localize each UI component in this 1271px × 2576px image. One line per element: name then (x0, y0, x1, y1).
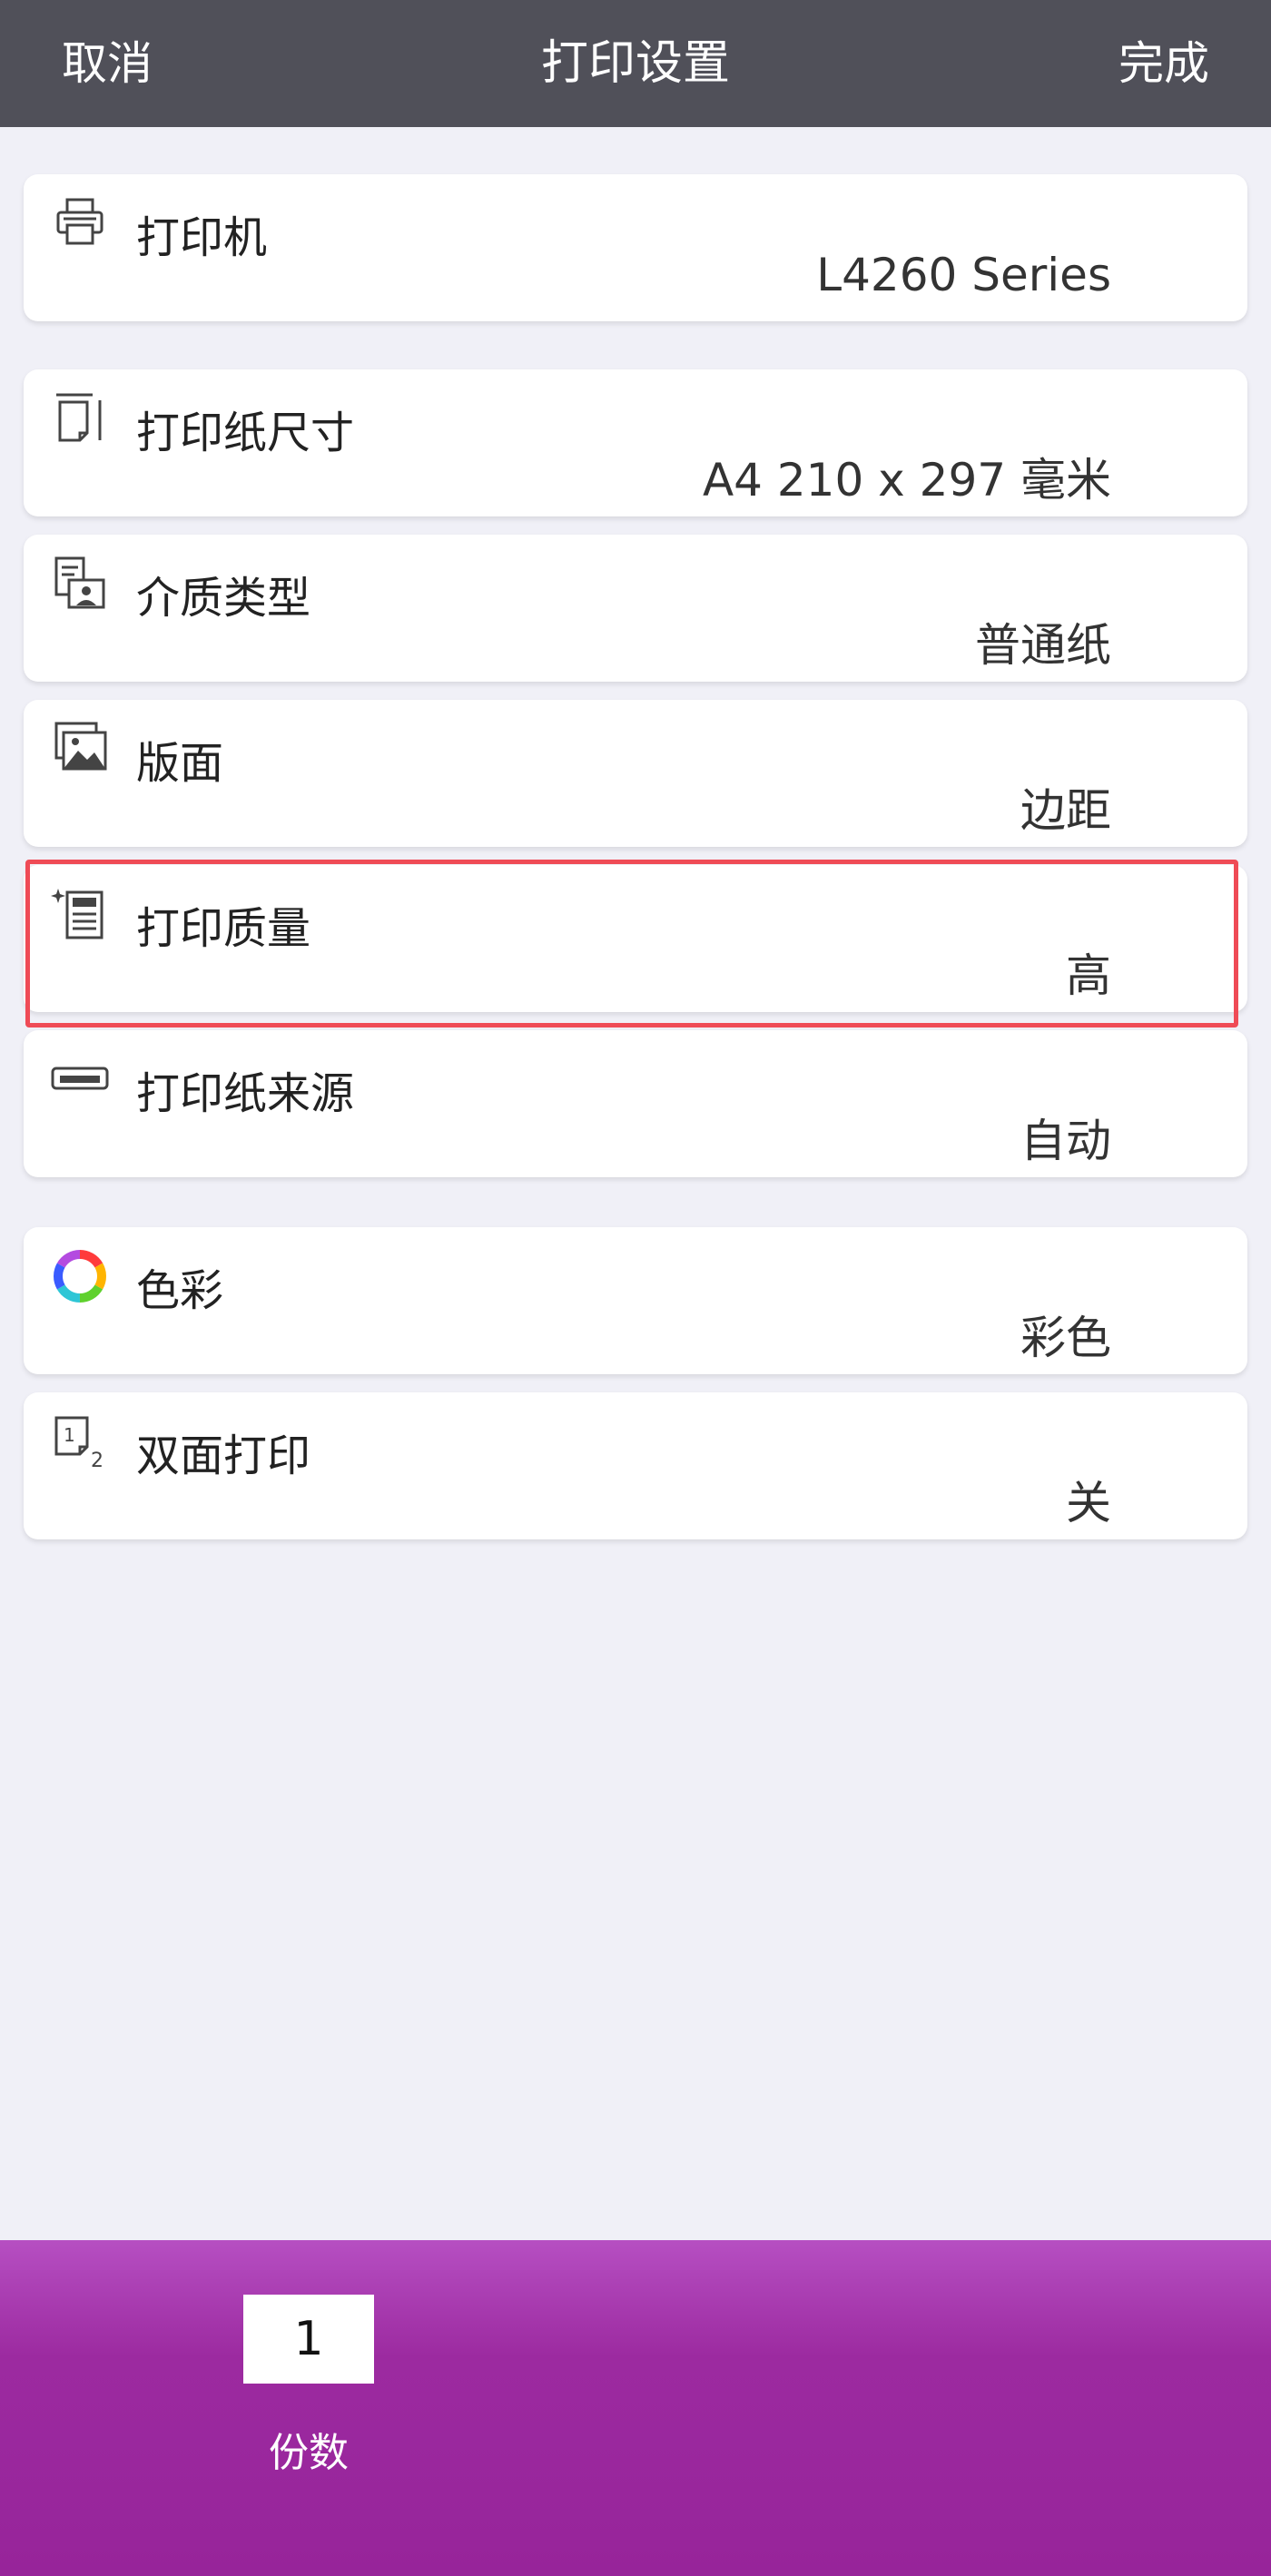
setting-label: 打印纸来源 (136, 1068, 355, 1119)
page-title: 打印设置 (540, 36, 730, 91)
setting-media-type[interactable]: 介质类型 普通纸 (24, 535, 1247, 682)
printer-icon (56, 198, 103, 245)
setting-label: 双面打印 (136, 1431, 311, 1481)
svg-text:1: 1 (64, 1424, 75, 1446)
paper-size-icon (56, 393, 102, 442)
setting-paper-size[interactable]: 打印纸尺寸 A4 210 x 297 毫米 (24, 369, 1247, 516)
print-quality-icon (51, 889, 103, 939)
setting-value: A4 210 x 297 毫米 (702, 454, 1111, 506)
setting-layout[interactable]: 版面 边距 (24, 700, 1247, 847)
done-button[interactable]: 完成 (1118, 0, 1209, 127)
setting-duplex[interactable]: 1 2 双面打印 关 (24, 1392, 1247, 1539)
paper-source-icon (51, 1067, 109, 1090)
copies-label: 份数 (269, 2430, 349, 2476)
bottom-bar: 1 份数 (0, 2240, 1271, 2576)
setting-print-quality[interactable]: 打印质量 高 (24, 865, 1247, 1012)
setting-label: 打印机 (136, 212, 268, 263)
setting-value: L4260 Series (816, 249, 1111, 301)
duplex-icon: 1 2 (54, 1416, 103, 1470)
setting-printer[interactable]: 打印机 L4260 Series (24, 174, 1247, 321)
color-wheel-icon (54, 1250, 106, 1303)
setting-value: 边距 (1020, 784, 1111, 837)
setting-color[interactable]: 色彩 彩色 (24, 1227, 1247, 1374)
setting-value: 关 (1066, 1477, 1111, 1529)
setting-label: 介质类型 (136, 573, 311, 624)
setting-paper-source[interactable]: 打印纸来源 自动 (24, 1030, 1247, 1177)
setting-label: 色彩 (136, 1265, 224, 1316)
setting-value: 自动 (1020, 1115, 1111, 1167)
setting-value: 彩色 (1020, 1312, 1111, 1364)
top-bar: 取消 打印设置 完成 (0, 0, 1271, 127)
setting-label: 打印质量 (136, 903, 311, 954)
setting-label: 版面 (136, 738, 224, 789)
setting-value: 高 (1066, 949, 1111, 1002)
svg-text:2: 2 (91, 1450, 103, 1470)
media-type-icon (54, 556, 105, 609)
layout-icon (54, 722, 107, 771)
setting-label: 打印纸尺寸 (136, 408, 355, 458)
copies-input[interactable]: 1 (243, 2295, 374, 2384)
setting-value: 普通纸 (975, 619, 1111, 672)
